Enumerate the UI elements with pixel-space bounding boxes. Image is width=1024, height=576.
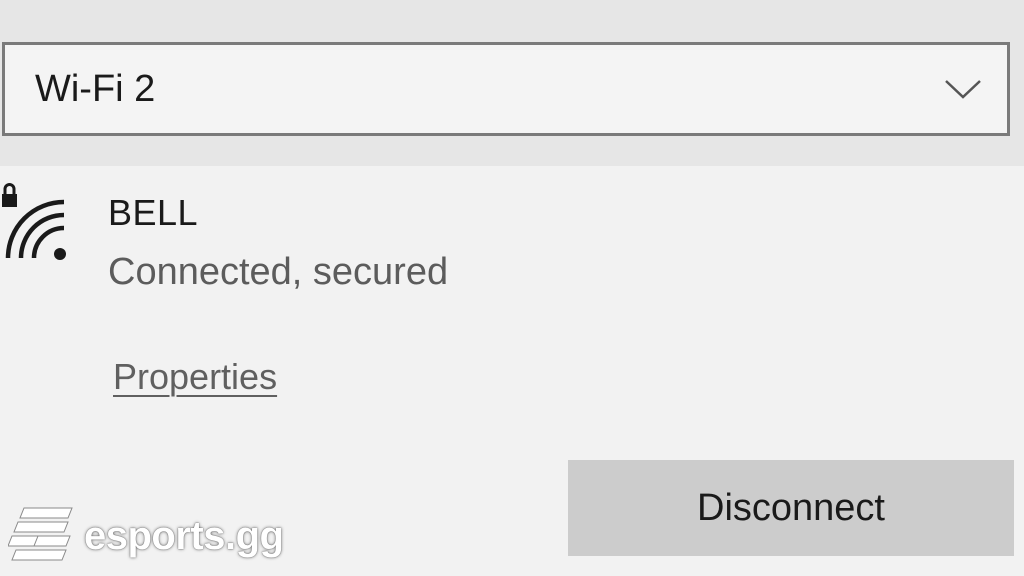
chevron-down-icon[interactable]	[943, 73, 983, 103]
adapter-dropdown[interactable]: Wi-Fi 2	[2, 42, 1010, 136]
wifi-secured-icon	[2, 183, 66, 260]
properties-link[interactable]: Properties	[113, 356, 277, 398]
network-status: Connected, secured	[108, 251, 449, 293]
network-name: BELL	[108, 192, 199, 233]
watermark-text: esports.gg	[84, 513, 284, 558]
esports-logo-icon	[8, 507, 73, 561]
adapter-dropdown-value: Wi-Fi 2	[35, 68, 156, 110]
disconnect-button[interactable]: Disconnect	[568, 460, 1014, 556]
watermark: esports.gg	[8, 504, 284, 568]
